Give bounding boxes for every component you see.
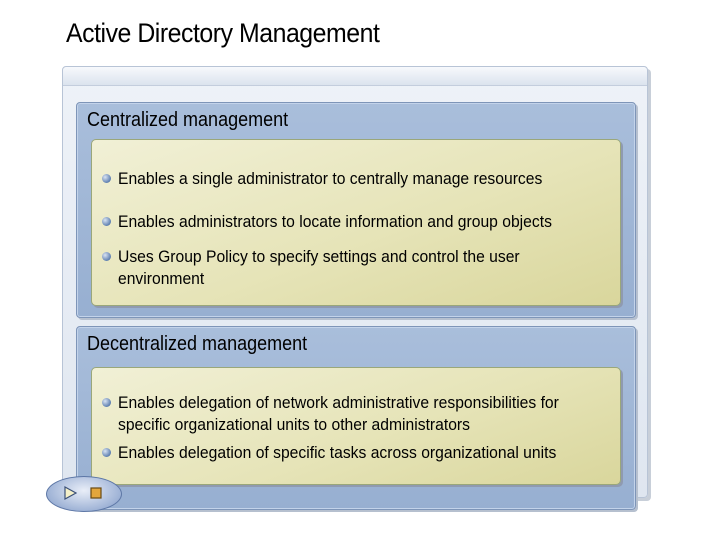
frame-top-bar: [63, 67, 647, 86]
bullet-icon: [102, 398, 111, 407]
bullet-icon: [102, 448, 111, 457]
stop-button[interactable]: [89, 486, 103, 500]
bullet-item: Enables delegation of specific tasks acr…: [102, 442, 610, 464]
bullet-text: Enables a single administrator to centra…: [118, 170, 543, 188]
bullet-text: Enables delegation of specific tasks acr…: [118, 444, 557, 462]
section-title: Decentralized management: [87, 333, 308, 355]
bullet-text: Enables administrators to locate informa…: [118, 213, 552, 231]
centralized-management-section: Centralized management Enables a single …: [76, 102, 636, 318]
play-button[interactable]: [63, 486, 77, 500]
bullet-icon: [102, 217, 111, 226]
bullet-text: Uses Group Policy to specify settings an…: [118, 248, 520, 288]
bullet-panel: Enables a single administrator to centra…: [91, 139, 621, 306]
decentralized-management-section: Decentralized management Enables delegat…: [76, 326, 636, 510]
stop-icon: [90, 487, 102, 499]
play-icon: [64, 486, 77, 500]
slide-navigation-controls: [46, 476, 122, 512]
bullet-icon: [102, 174, 111, 183]
section-title: Centralized management: [87, 109, 289, 131]
bullet-panel: Enables delegation of network administra…: [91, 367, 621, 485]
bullet-item: Enables a single administrator to centra…: [102, 168, 610, 190]
bullet-icon: [102, 252, 111, 261]
bullet-item: Enables administrators to locate informa…: [102, 211, 610, 233]
bullet-item: Enables delegation of network administra…: [102, 392, 600, 436]
bullet-item: Uses Group Policy to specify settings an…: [102, 246, 580, 290]
slide-title: Active Directory Management: [66, 18, 380, 48]
bullet-text: Enables delegation of network administra…: [118, 394, 559, 434]
